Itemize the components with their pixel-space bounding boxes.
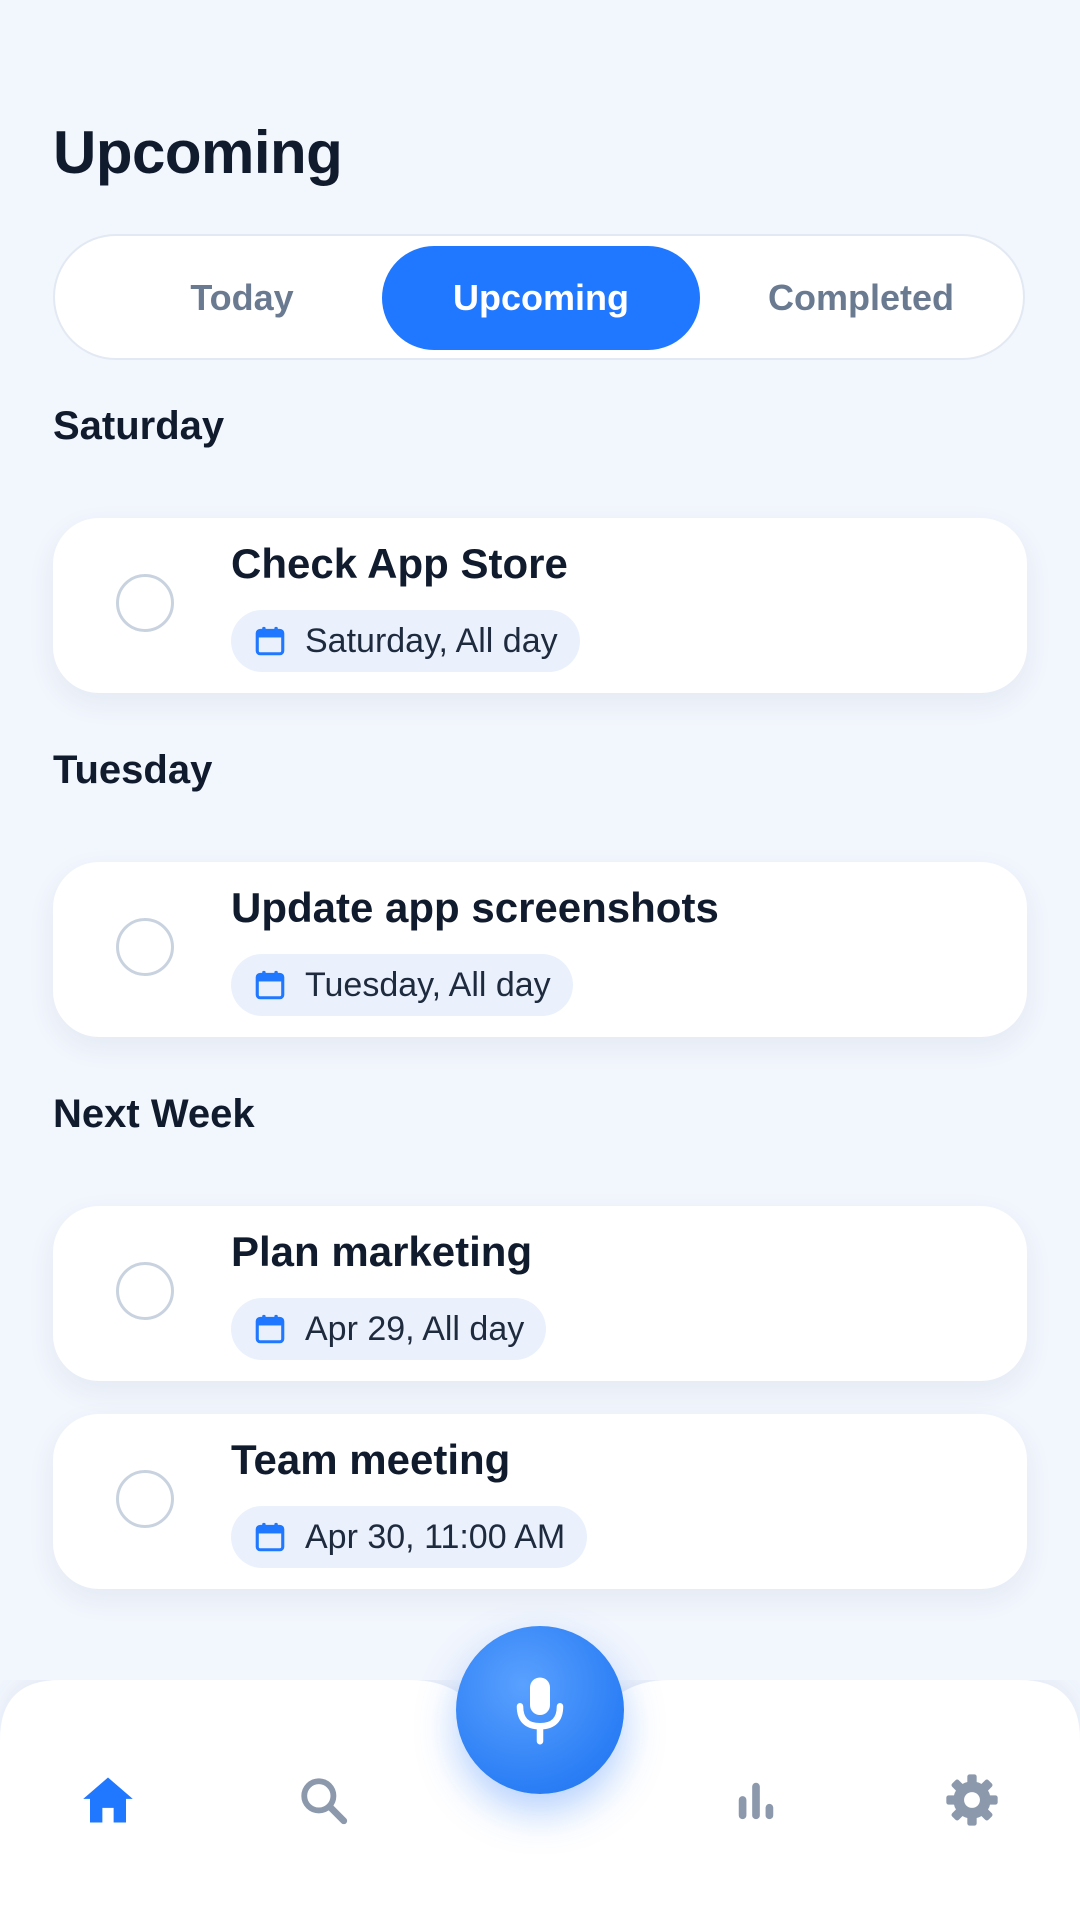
task-card[interactable]: Plan marketing Apr 29, All day xyxy=(53,1206,1027,1381)
tab-today[interactable]: Today xyxy=(83,246,401,350)
task-date: Saturday, All day xyxy=(305,621,558,660)
gear-icon xyxy=(946,1774,998,1826)
nav-search[interactable] xyxy=(283,1760,363,1840)
task-checkbox[interactable] xyxy=(116,1470,174,1528)
calendar-icon xyxy=(255,1314,285,1344)
task-checkbox[interactable] xyxy=(116,918,174,976)
task-title: Check App Store xyxy=(231,540,568,587)
nav-stats[interactable] xyxy=(716,1760,796,1840)
tab-upcoming[interactable]: Upcoming xyxy=(382,246,700,350)
home-icon xyxy=(83,1777,133,1823)
segmented-tab-control: Today Upcoming Completed xyxy=(53,234,1025,360)
nav-settings[interactable] xyxy=(932,1760,1012,1840)
date-chip: Apr 29, All day xyxy=(231,1298,547,1360)
task-date: Apr 30, 11:00 AM xyxy=(305,1517,566,1556)
task-card[interactable]: Check App Store Saturday, All day xyxy=(53,518,1027,693)
date-chip: Tuesday, All day xyxy=(231,954,573,1016)
task-title: Plan marketing xyxy=(231,1228,533,1275)
section-heading-saturday: Saturday xyxy=(53,404,225,448)
section-heading-next-week: Next Week xyxy=(53,1092,255,1136)
microphone-icon xyxy=(516,1677,564,1745)
task-card[interactable]: Update app screenshots Tuesday, All day xyxy=(53,862,1027,1037)
date-chip: Apr 30, 11:00 AM xyxy=(231,1506,588,1568)
task-title: Update app screenshots xyxy=(231,884,719,931)
tab-completed[interactable]: Completed xyxy=(702,246,1020,350)
task-checkbox[interactable] xyxy=(116,1262,174,1320)
nav-home[interactable] xyxy=(68,1760,148,1840)
section-heading-tuesday: Tuesday xyxy=(53,748,213,792)
page-title: Upcoming xyxy=(53,119,343,186)
calendar-icon xyxy=(255,1522,285,1552)
search-icon xyxy=(301,1778,348,1825)
calendar-icon xyxy=(255,626,285,656)
task-title: Team meeting xyxy=(231,1436,511,1483)
task-date: Tuesday, All day xyxy=(305,965,551,1004)
bar-chart-icon xyxy=(738,1782,774,1820)
task-checkbox[interactable] xyxy=(116,574,174,632)
date-chip: Saturday, All day xyxy=(231,610,580,672)
task-card[interactable]: Team meeting Apr 30, 11:00 AM xyxy=(53,1414,1027,1589)
voice-input-button[interactable] xyxy=(456,1626,624,1794)
task-date: Apr 29, All day xyxy=(305,1309,525,1348)
calendar-icon xyxy=(255,970,285,1000)
